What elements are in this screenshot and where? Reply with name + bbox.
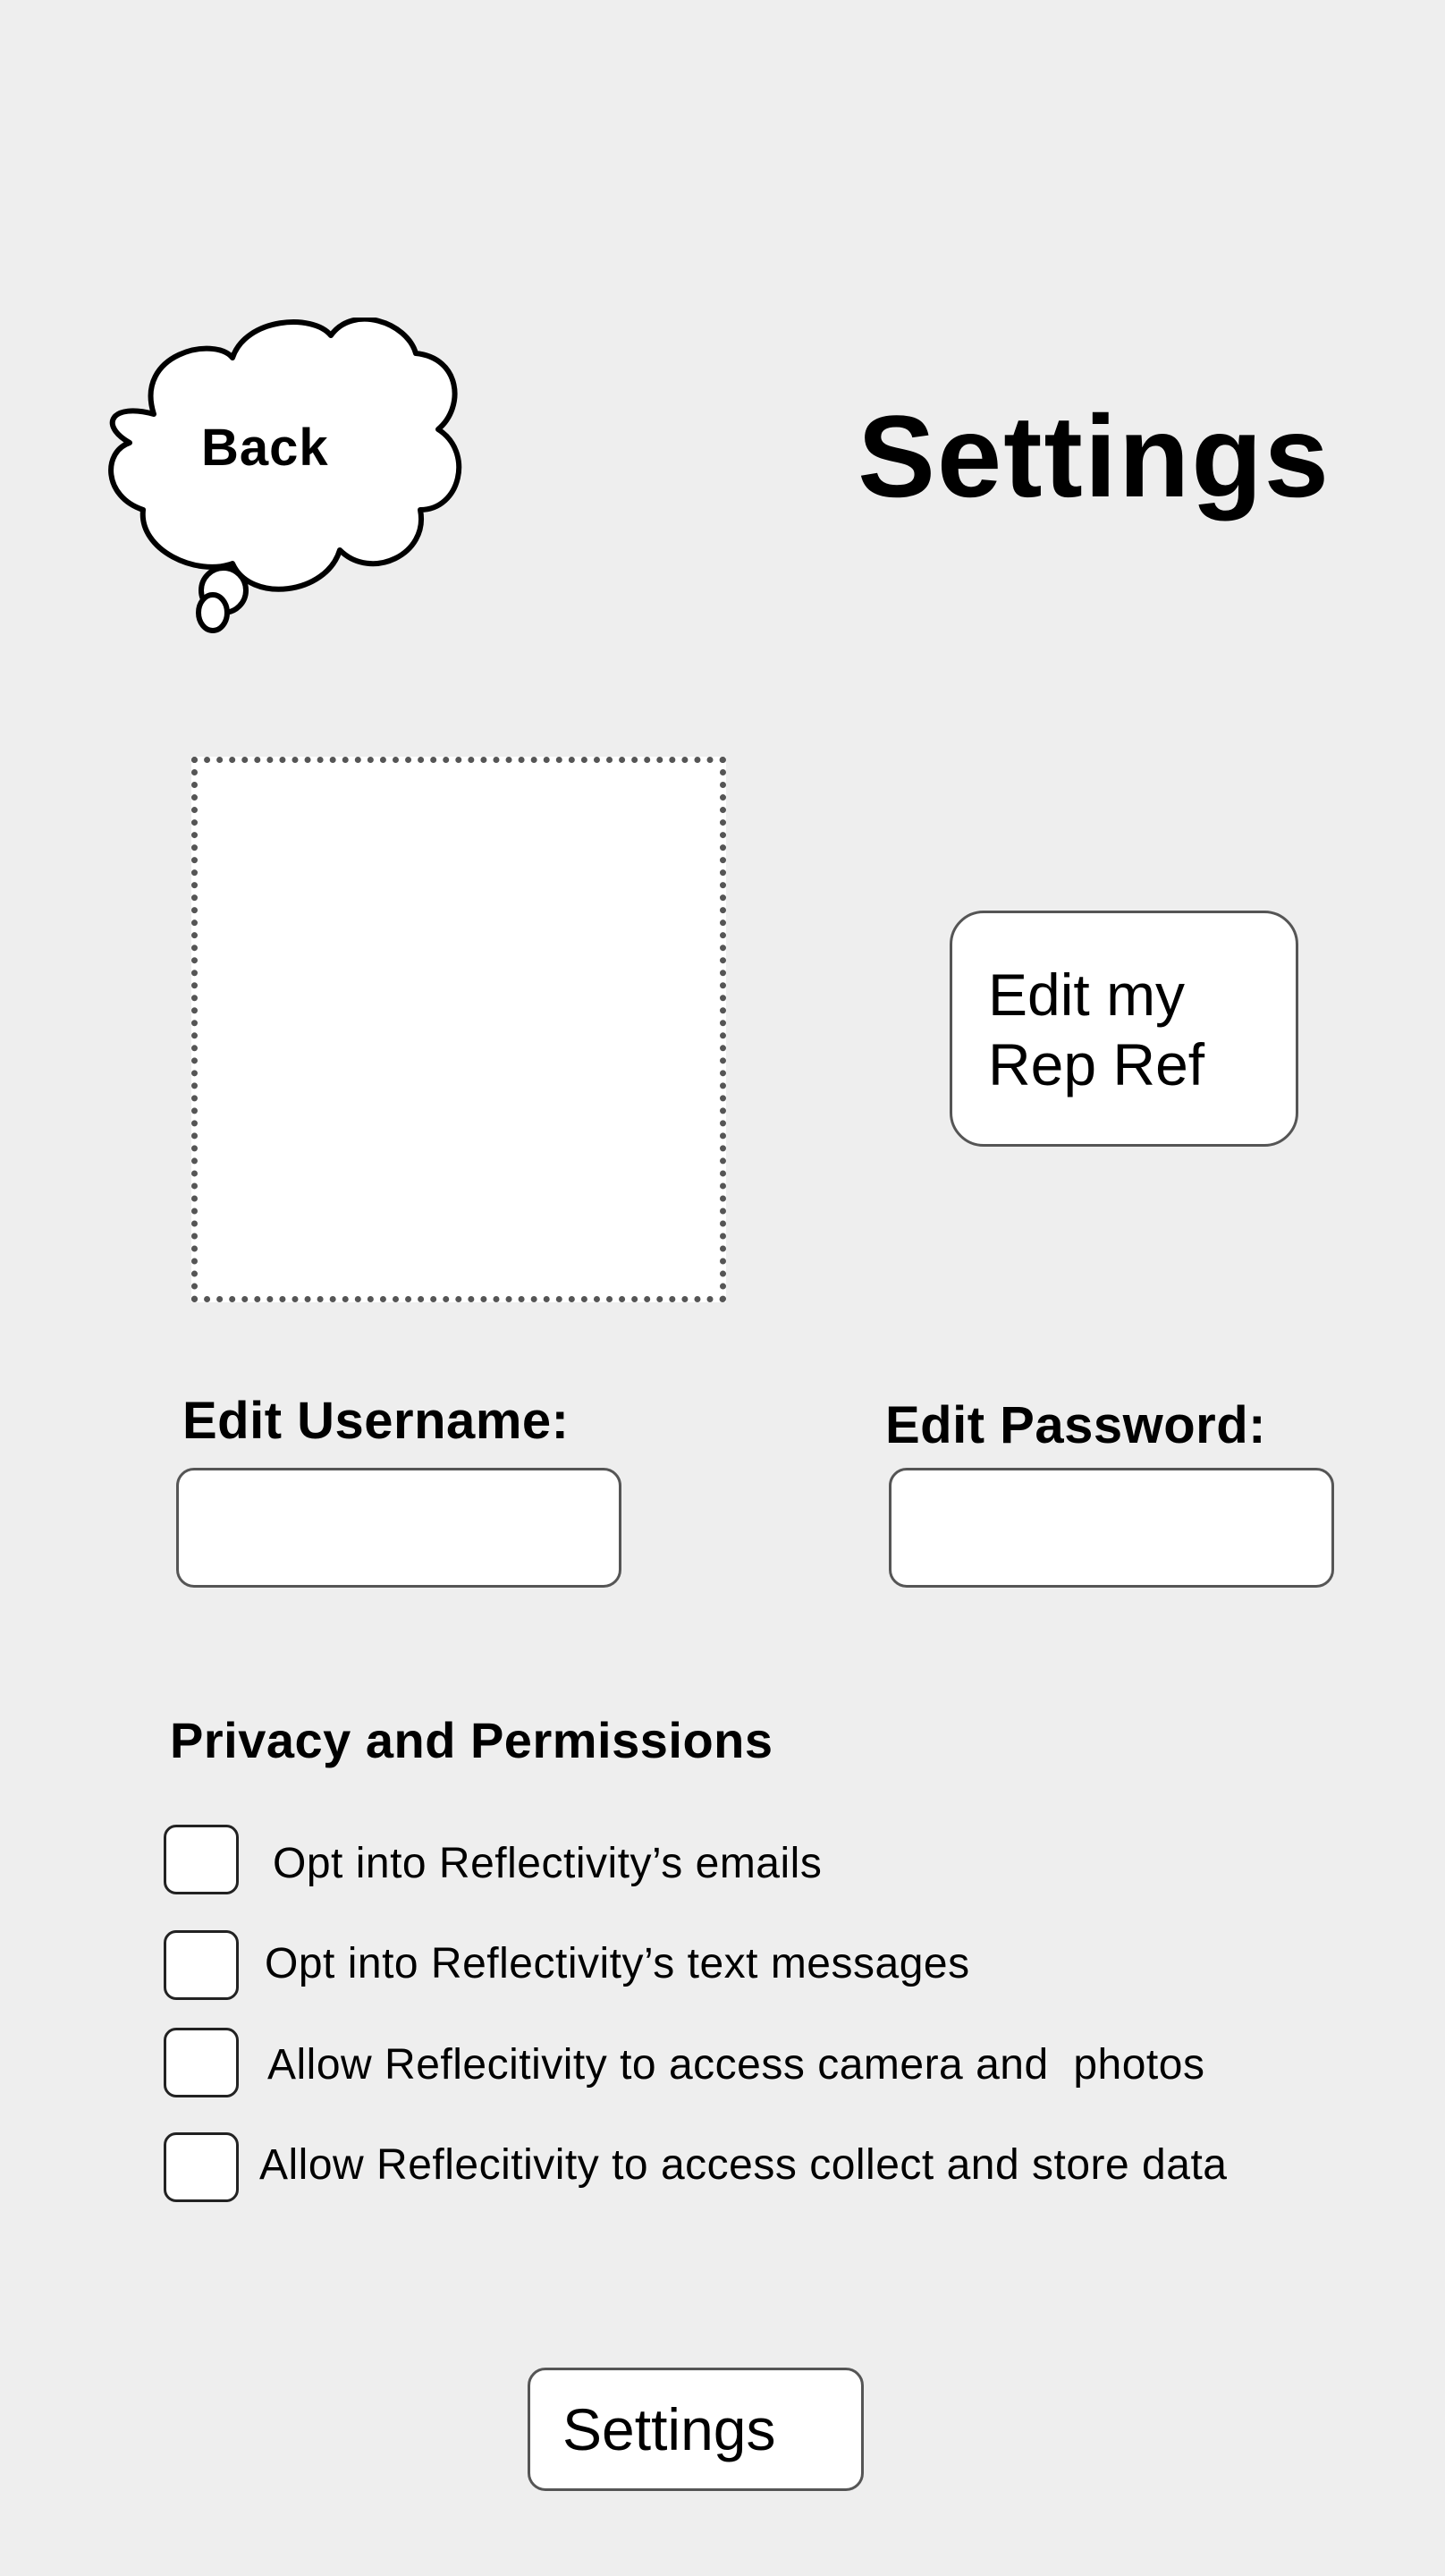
back-button[interactable]: Back [98,318,474,640]
username-label: Edit Username: [182,1392,570,1450]
checkbox-camera-photos[interactable] [164,2028,239,2097]
back-label: Back [201,419,329,477]
edit-rep-ref-label-line1: Edit my [988,962,1186,1028]
edit-rep-ref-button[interactable]: Edit my Rep Ref [950,911,1298,1147]
permission-label-emails: Opt into Reflectivity’s emails [273,1840,823,1887]
permission-label-camera-photos: Allow Reflecitivity to access camera and… [267,2041,1205,2089]
username-field[interactable] [176,1468,621,1588]
privacy-section-title: Privacy and Permissions [170,1712,773,1768]
password-label: Edit Password: [885,1396,1266,1454]
page-title: Settings [858,391,1331,521]
password-field[interactable] [889,1468,1334,1588]
permission-label-data-collection: Allow Reflecitivity to access collect an… [259,2141,1228,2189]
checkbox-data-collection[interactable] [164,2132,239,2202]
checkbox-text-messages[interactable] [164,1930,239,2000]
edit-rep-ref-label-line2: Rep Ref [988,1031,1205,1097]
thought-cloud-icon [108,318,462,633]
permission-label-text-messages: Opt into Reflectivity’s text messages [265,1940,970,1987]
image-placeholder[interactable] [191,757,726,1302]
settings-button[interactable]: Settings [528,2368,864,2491]
checkbox-emails[interactable] [164,1825,239,1894]
